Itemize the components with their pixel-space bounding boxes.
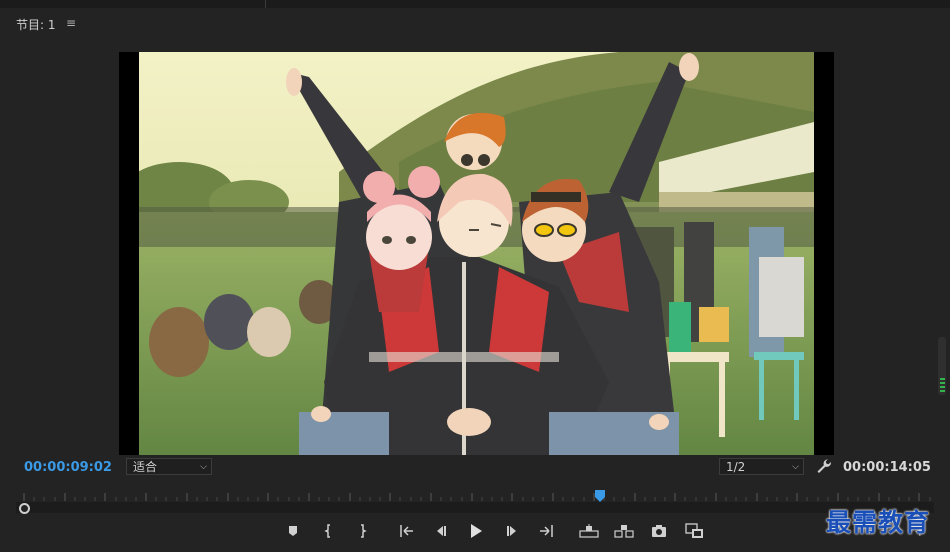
group-photo-illustration (139, 52, 814, 455)
audio-level-indicator (940, 378, 945, 393)
fit-zoom-value: 适合 (133, 460, 158, 474)
step-forward-icon[interactable] (501, 520, 523, 542)
extract-icon[interactable] (613, 520, 635, 542)
fit-zoom-dropdown[interactable]: 适合 ⌵ (126, 458, 212, 475)
go-to-out-icon[interactable] (535, 520, 557, 542)
marker-icon[interactable] (282, 520, 304, 542)
program-monitor-viewer[interactable] (119, 52, 834, 455)
step-back-icon[interactable] (430, 520, 452, 542)
playback-resolution-dropdown[interactable]: 1/2 ⌵ (719, 458, 804, 475)
compare-icon[interactable] (684, 520, 706, 542)
video-frame-image (139, 52, 814, 455)
current-timecode[interactable]: 00:00:09:02 (24, 460, 112, 475)
transport-controls (0, 520, 950, 544)
ruler-ticks (23, 493, 931, 501)
go-to-in-icon[interactable] (396, 520, 418, 542)
watermark-text: 最需教育 (826, 508, 931, 537)
panel-title[interactable]: 节目: 1 (16, 16, 56, 33)
top-panel-strip (0, 0, 950, 8)
hamburger-menu-icon[interactable]: ≡ (66, 16, 76, 30)
zoom-scroll-bar[interactable] (16, 502, 934, 513)
playback-resolution-value: 1/2 (726, 460, 746, 474)
camera-icon[interactable] (648, 520, 670, 542)
chevron-down-icon: ⌵ (792, 462, 799, 472)
duration-timecode: 00:00:14:05 (843, 460, 931, 475)
mark-in-icon[interactable] (318, 520, 340, 542)
time-ruler[interactable] (16, 486, 934, 501)
wrench-settings-icon[interactable] (816, 458, 832, 474)
playhead-marker[interactable] (595, 487, 605, 502)
chevron-down-icon: ⌵ (200, 462, 207, 472)
mark-out-icon[interactable] (351, 520, 373, 542)
zoom-handle[interactable] (19, 503, 30, 514)
panel-divider (265, 0, 266, 8)
lift-icon[interactable] (578, 520, 600, 542)
play-icon[interactable] (465, 520, 487, 542)
